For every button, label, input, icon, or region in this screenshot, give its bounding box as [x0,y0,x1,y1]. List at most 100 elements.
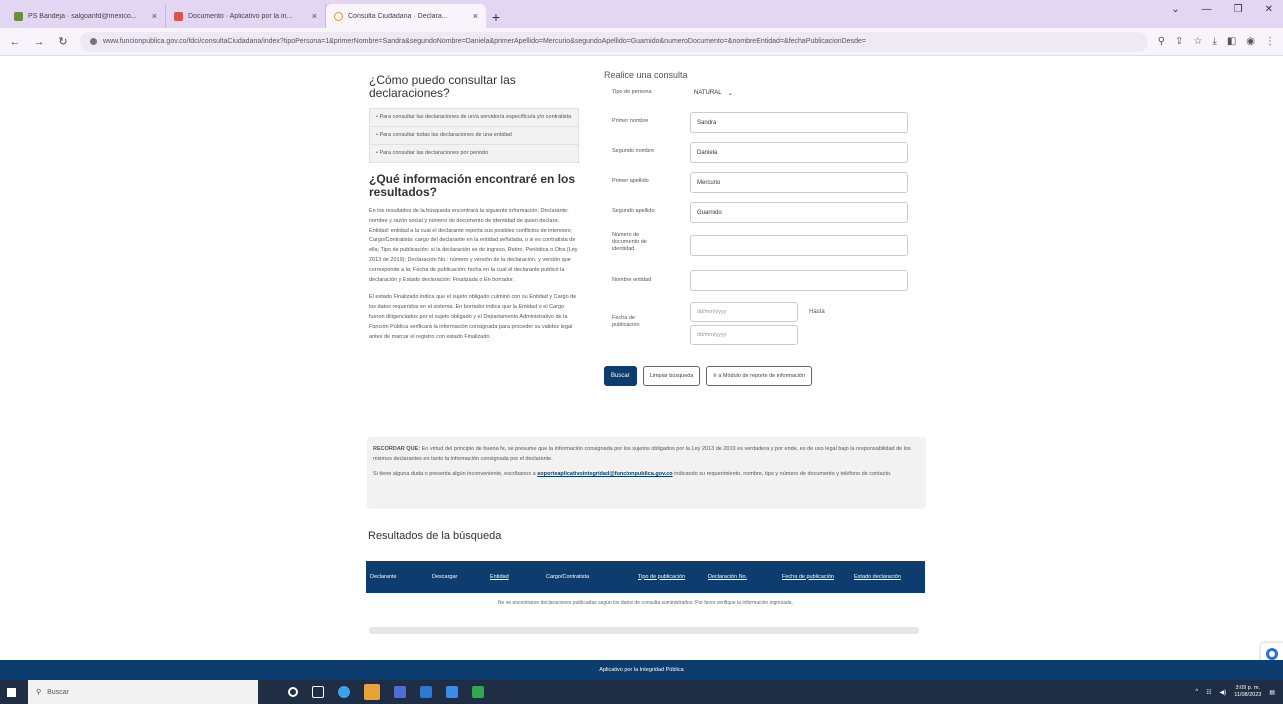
primer-apellido-label: Primer apellido [612,178,649,184]
how-to-title: ¿Cómo puedo consultar las declaraciones? [369,73,516,100]
browser-tab-active[interactable]: Consulta Ciudadana · Declara... × [326,4,486,28]
menu-icon[interactable]: ⋮ [1265,36,1275,47]
share-icon[interactable]: ⇪ [1175,36,1183,47]
system-tray: ^ ☷ ◀) 3:09 p. m. 11/08/2023 ▤ [1195,685,1283,699]
segundo-apellido-input[interactable]: Guarnido [690,202,908,223]
minimize-icon[interactable]: — [1202,4,1212,15]
sidebar-icon[interactable]: ◧ [1227,36,1236,47]
documento-input[interactable] [690,235,908,256]
help-item[interactable]: • Para consultar las declaraciones por p… [370,145,578,162]
maximize-icon[interactable]: ❐ [1234,4,1243,15]
page-content: ¿Cómo puedo consultar las declaraciones?… [0,56,1283,660]
close-icon[interactable]: ✕ [1265,4,1273,15]
volume-icon[interactable]: ◀) [1220,689,1227,696]
fecha-label: Fecha de publicación [612,315,640,328]
entidad-input[interactable] [690,270,908,291]
close-tab-icon[interactable]: × [473,11,478,21]
taskbar-clock[interactable]: 3:09 p. m. 11/08/2023 [1234,685,1261,699]
chevron-down-icon[interactable]: ⌄ [1171,4,1179,15]
reload-icon[interactable]: ↻ [56,35,70,48]
primer-apellido-input[interactable]: Mercurio [690,172,908,193]
taskbar-search-placeholder: Buscar [47,688,69,696]
chat-widget-icon[interactable] [1261,643,1283,660]
url-field[interactable]: www.funcionpublica.gov.co/fdci/consultaC… [80,31,1148,52]
primer-nombre-row: Primer nombre Sandra [604,112,924,142]
fecha-row: Fecha de publicación dd/mm/yyyy Hasta dd… [604,302,924,350]
notification-icon[interactable]: ▤ [1269,689,1275,696]
primer-nombre-input[interactable]: Sandra [690,112,908,133]
browser-tab[interactable]: Documento · Aplicativo por la in... × [166,4,326,28]
network-icon[interactable]: ☷ [1206,689,1211,696]
fecha-desde-input[interactable]: dd/mm/yyyy [690,302,798,322]
persona-select[interactable]: NATURAL ⌄ [690,85,754,101]
primer-apellido-row: Primer apellido Mercurio [604,172,924,202]
cortana-icon[interactable] [288,687,298,697]
windows-start-icon[interactable] [0,680,22,704]
mail-icon [14,11,23,21]
segundo-apellido-label: Segundo apellido [612,208,655,214]
column-header[interactable]: Entidad [490,574,546,581]
task-view-icon[interactable] [312,686,324,698]
taskbar-search-input[interactable]: ⚲ Buscar [28,680,258,704]
tab-title: Documento · Aplicativo por la in... [188,12,293,20]
segundo-nombre-input[interactable]: Daniela [690,142,908,163]
close-tab-icon[interactable]: × [312,11,317,21]
limpiar-button[interactable]: Limpiar búsqueda [642,366,701,386]
results-empty-message: No se encontraron declaraciones publicad… [498,600,793,606]
help-item[interactable]: • Para consultar las declaraciones de un… [370,109,578,127]
support-email-link[interactable]: soporteaplicativointegridad@funcionpubli… [537,471,672,477]
chevron-down-icon: ⌄ [727,90,733,97]
zoom-icon[interactable]: ⚲ [1158,36,1165,47]
edge-icon[interactable] [338,686,350,698]
help-accordion: • Para consultar las declaraciones de un… [369,108,579,163]
help-item[interactable]: • Para consultar todas las declaraciones… [370,127,578,145]
horizontal-scrollbar[interactable] [369,627,919,634]
footer-text: Aplicativo por la Integridad Pública [599,667,684,673]
browser-tab[interactable]: PS Bandeja · salgoanfd@mexico... × [6,4,166,28]
mail-app-icon[interactable] [394,686,406,698]
fecha-hasta-input[interactable]: dd/mm/yyyy [690,325,798,345]
address-bar-row: ← → ↻ www.funcionpublica.gov.co/fdci/con… [0,28,1283,56]
column-header[interactable]: Tipo de publicación [638,574,708,581]
profile-icon[interactable]: ◉ [1246,36,1255,47]
site-footer: Aplicativo por la Integridad Pública [0,660,1283,680]
notice-strong: RECORDAR QUE: [373,446,421,452]
info-title: ¿Qué información encontraré en los resul… [369,172,576,199]
taskbar-apps [288,684,484,700]
column-header[interactable]: Estado declaración [854,574,916,581]
column-header[interactable]: Fecha de publicación [782,574,854,581]
modulo-reporte-button[interactable]: Ir a Módulo de reporte de información [706,366,813,386]
form-title: Realice una consulta [604,70,688,80]
window-controls: ⌄ — ❐ ✕ [1171,4,1273,15]
results-table: Declarante Descargar Entidad Cargo/Contr… [366,561,925,613]
excel-icon[interactable] [472,686,484,698]
persona-value: NATURAL [694,90,722,96]
close-tab-icon[interactable]: × [152,11,157,21]
forward-icon[interactable]: → [32,36,46,48]
tray-chevron-icon[interactable]: ^ [1195,689,1198,695]
chrome-icon[interactable] [364,684,380,700]
help-column: ¿Cómo puedo consultar las declaraciones?… [369,74,579,342]
hasta-label: Hasta [809,309,825,315]
search-form: Realice una consulta Tipo de persona NAT… [604,70,924,386]
buscar-button[interactable]: Buscar [604,366,637,386]
new-tab-button[interactable]: + [486,6,506,28]
browser-toolbar-icons: ⚲ ⇪ ☆ ⤓ ◧ ◉ ⋮ [1158,36,1275,47]
search-icon: ⚲ [36,689,42,696]
tab-title: PS Bandeja · salgoanfd@mexico... [28,12,137,20]
notice-text: indicando su requerimiento, nombre, tipo… [672,471,892,477]
browser-tab-bar: PS Bandeja · salgoanfd@mexico... × Docum… [0,0,1283,28]
results-title: Resultados de la búsqueda [368,530,502,542]
os-taskbar: ⚲ Buscar ^ ☷ ◀) 3:09 p. m. 11/08/2023 ▤ [0,680,1283,704]
site-info-icon[interactable] [90,38,97,45]
files-icon[interactable] [446,686,458,698]
bookmark-star-icon[interactable]: ☆ [1193,36,1202,47]
store-icon[interactable] [420,686,432,698]
column-header: Declarante [370,573,397,580]
documento-row: Número de documento de identidad [604,232,924,270]
download-icon[interactable]: ⤓ [1212,36,1216,47]
column-header[interactable]: Declaración No. [708,574,782,581]
info-paragraph: En los resultados de la búsqueda encontr… [369,208,578,283]
back-icon[interactable]: ← [8,36,22,48]
persona-row: Tipo de persona NATURAL ⌄ [604,84,924,112]
